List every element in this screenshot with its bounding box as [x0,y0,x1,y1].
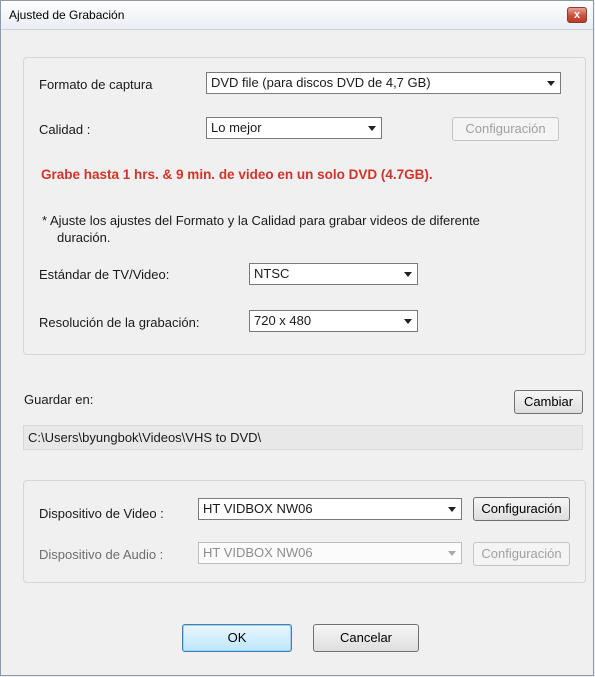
close-icon: x [573,9,581,21]
chevron-down-icon [404,272,412,277]
change-folder-button[interactable]: Cambiar [514,390,583,414]
chevron-down-icon [547,81,555,86]
tv-standard-label: Estándar de TV/Video: [39,267,170,282]
format-quality-note-continued: duración. [57,230,111,245]
format-quality-note: * Ajuste los ajustes del Formato y la Ca… [42,213,480,228]
save-location-label: Guardar en: [24,392,94,407]
tv-standard-select[interactable]: NTSC [249,263,418,285]
close-button[interactable]: x [567,7,587,23]
ok-button[interactable]: OK [182,624,292,652]
chevron-down-icon [368,126,376,131]
devices-group [23,480,586,583]
save-path-field: C:\Users\byungbok\Videos\VHS to DVD\ [23,425,583,450]
audio-device-select[interactable]: HT VIDBOX NW06 [198,542,462,564]
format-select[interactable]: DVD file (para discos DVD de 4,7 GB) [206,72,561,94]
audio-device-config-button[interactable]: Configuración [473,542,570,566]
recording-capacity-warning: Grabe hasta 1 hrs. & 9 min. de video en … [41,167,433,182]
quality-label: Calidad : [39,122,91,137]
video-device-select[interactable]: HT VIDBOX NW06 [198,498,462,520]
recording-settings-dialog: Ajusted de Grabación x Formato de captur… [0,0,594,676]
chevron-down-icon [448,551,456,556]
format-label: Formato de captura [39,77,153,92]
audio-device-label: Dispositivo de Audio : [39,547,164,562]
chevron-down-icon [448,507,456,512]
window-title: Ajusted de Grabación [9,8,125,22]
video-device-label: Dispositivo de Video : [39,506,164,521]
title-bar[interactable]: Ajusted de Grabación x [1,1,593,30]
chevron-down-icon [404,319,412,324]
resolution-select[interactable]: 720 x 480 [249,310,418,332]
video-device-config-button[interactable]: Configuración [473,497,570,521]
cancel-button[interactable]: Cancelar [313,624,419,652]
quality-config-button[interactable]: Configuración [452,117,559,141]
quality-select[interactable]: Lo mejor [206,117,382,139]
resolution-label: Resolución de la grabación: [39,315,200,330]
